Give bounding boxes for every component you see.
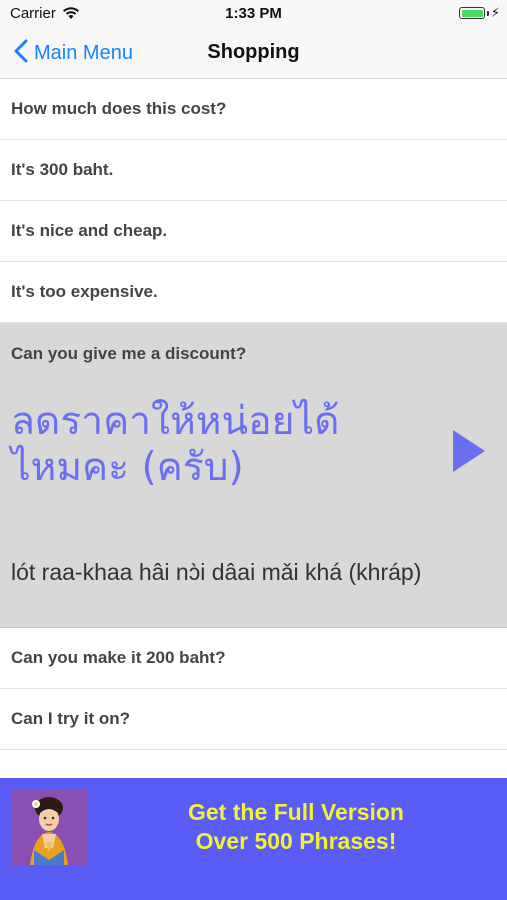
status-bar: Carrier 1:33 PM ⚡ [0, 0, 507, 28]
phrase-row[interactable]: How much does this cost? [0, 79, 507, 140]
phrase-row-expanded[interactable]: Can you give me a discount? ลดราคาให้หน่… [0, 323, 507, 628]
phrase-label: Can I try it on? [11, 709, 130, 728]
battery-icon [459, 7, 485, 19]
phrase-label: It's nice and cheap. [11, 221, 168, 240]
page-title: Shopping [207, 41, 300, 63]
romanization-text: lót raa-khaa hâi nɔ̀i dâai mǎi khá (khrá… [11, 559, 422, 585]
status-time: 1:33 PM [225, 5, 282, 22]
mascot-avatar [12, 790, 87, 865]
phrase-label: It's too expensive. [11, 282, 158, 301]
thai-line: ลดราคาให้หน่อยได้ [11, 399, 340, 444]
phrase-row[interactable]: It's 300 baht. [0, 140, 507, 201]
play-audio-button[interactable] [453, 430, 485, 477]
banner-line: Over 500 Phrases! [195, 828, 397, 854]
banner-text: Get the Full Version Over 500 Phrases! [150, 798, 442, 856]
play-icon [453, 430, 485, 472]
phrase-row[interactable]: It's nice and cheap. [0, 201, 507, 262]
phrase-label: Can you make it 200 baht? [11, 648, 226, 667]
charging-bolt-icon: ⚡ [490, 5, 500, 20]
upgrade-banner[interactable]: Get the Full Version Over 500 Phrases! [0, 778, 507, 900]
navigation-bar: Main Menu Shopping [0, 28, 507, 79]
thai-translation: ลดราคาให้หน่อยได้ ไหมคะ (ครับ) [11, 399, 411, 491]
battery-cap [487, 11, 489, 16]
banner-line: Get the Full Version [188, 799, 404, 825]
phrase-row[interactable]: Can you make it 200 baht? [0, 628, 507, 689]
thai-line: ไหมคะ (ครับ) [11, 445, 244, 490]
phrase-label: It's 300 baht. [11, 160, 114, 179]
phrase-label: Can you give me a discount? [11, 344, 247, 363]
phrase-list: How much does this cost? It's 300 baht. … [0, 79, 507, 811]
phrase-label: How much does this cost? [11, 99, 227, 118]
phrase-row[interactable]: It's too expensive. [0, 262, 507, 323]
phrase-row[interactable]: Can I try it on? [0, 689, 507, 750]
